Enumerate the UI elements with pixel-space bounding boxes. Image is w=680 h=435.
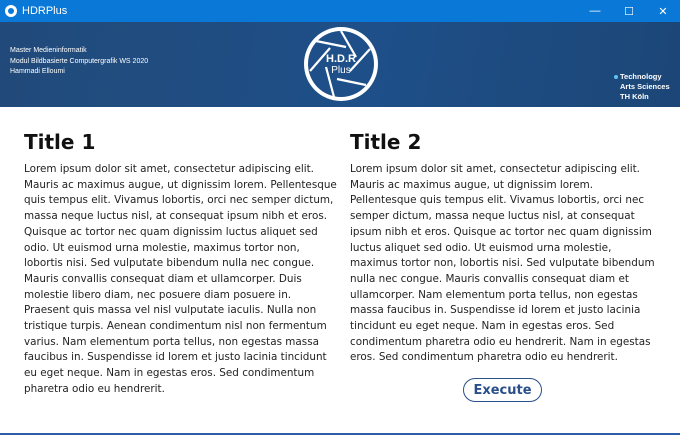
hdr-plus-logo: H.D.R Plus bbox=[304, 27, 378, 101]
minimize-button[interactable]: — bbox=[578, 0, 612, 22]
maximize-button[interactable]: ☐ bbox=[612, 0, 646, 22]
title-bar: HDRPlus — ☐ ✕ bbox=[0, 0, 680, 22]
column-title: Title 2 bbox=[350, 130, 422, 154]
logo-text-top: H.D.R bbox=[326, 53, 356, 65]
course-info-line: Master Medieninformatik bbox=[10, 47, 87, 54]
content-column-1: Title 1 Lorem ipsum dolor sit amet, cons… bbox=[24, 128, 338, 398]
window-controls: — ☐ ✕ bbox=[578, 0, 680, 22]
column-body: Lorem ipsum dolor sit amet, consectetur … bbox=[350, 163, 655, 364]
th-dot-icon bbox=[614, 75, 618, 80]
institution-logo: Technology Arts Sciences TH Köln bbox=[614, 72, 670, 102]
course-info-line: Modul Bildbasierte Computergrafik WS 202… bbox=[10, 57, 149, 65]
course-info-line: Hammadi Elloumi bbox=[10, 68, 65, 75]
column-body: Lorem ipsum dolor sit amet, consectetur … bbox=[24, 163, 337, 395]
institution-line: Technology bbox=[620, 72, 662, 81]
institution-line: Arts Sciences bbox=[620, 82, 670, 91]
app-icon bbox=[5, 5, 17, 17]
logo-text-bottom: Plus bbox=[331, 65, 351, 76]
course-info: Master Medieninformatik Modul Bildbasier… bbox=[10, 46, 148, 78]
execute-button[interactable]: Execute bbox=[463, 378, 542, 402]
app-header: Master Medieninformatik Modul Bildbasier… bbox=[0, 22, 680, 107]
window-title: HDRPlus bbox=[22, 5, 68, 17]
institution-line: TH Köln bbox=[620, 92, 649, 101]
close-button[interactable]: ✕ bbox=[646, 0, 680, 22]
content-column-2: Title 2 Lorem ipsum dolor sit amet, cons… bbox=[350, 128, 660, 366]
column-title: Title 1 bbox=[24, 130, 96, 154]
